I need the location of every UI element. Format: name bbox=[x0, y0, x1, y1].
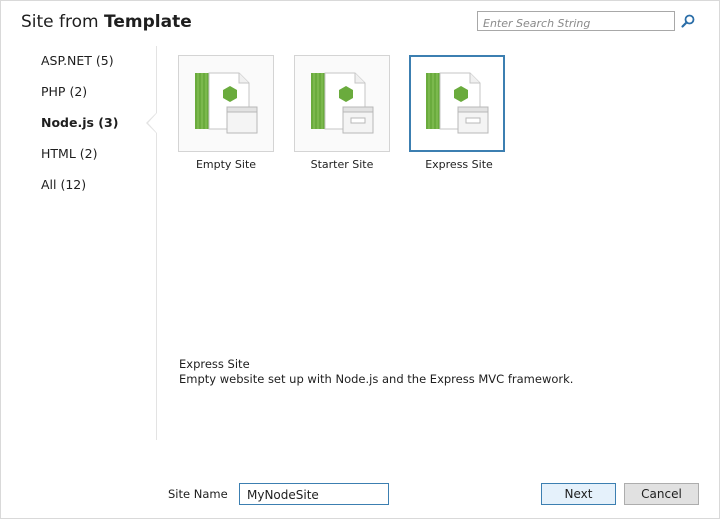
sidebar-divider bbox=[156, 46, 157, 440]
node-template-icon bbox=[195, 72, 258, 133]
template-tile-empty-site[interactable] bbox=[178, 55, 274, 152]
template-label-express-site: Express Site bbox=[425, 158, 493, 171]
sidebar-item-all[interactable]: All (12) bbox=[41, 177, 86, 192]
template-tile-starter-site[interactable] bbox=[294, 55, 390, 152]
search-input[interactable] bbox=[478, 14, 674, 33]
dialog-title-bold: Template bbox=[104, 12, 192, 32]
dialog-title: Site from Template bbox=[21, 12, 192, 32]
sidebar-item-php[interactable]: PHP (2) bbox=[41, 84, 87, 99]
next-button[interactable]: Next bbox=[541, 483, 616, 505]
template-label-empty-site: Empty Site bbox=[195, 158, 257, 171]
sidebar-item-html[interactable]: HTML (2) bbox=[41, 146, 97, 161]
node-template-icon bbox=[311, 72, 374, 133]
template-tile-express-site[interactable] bbox=[409, 55, 505, 152]
search-icon[interactable] bbox=[680, 13, 696, 29]
sidebar-item-aspnet[interactable]: ASP.NET (5) bbox=[41, 53, 114, 68]
selection-notch-inner bbox=[148, 113, 157, 133]
sidebar-item-nodejs[interactable]: Node.js (3) bbox=[41, 115, 118, 130]
node-template-icon bbox=[426, 72, 489, 133]
search-box[interactable] bbox=[477, 11, 675, 33]
dialog-title-prefix: Site from bbox=[21, 12, 99, 32]
template-label-starter-site: Starter Site bbox=[310, 158, 374, 171]
cancel-button[interactable]: Cancel bbox=[624, 483, 699, 505]
site-name-field[interactable] bbox=[239, 483, 389, 505]
site-name-input[interactable] bbox=[240, 485, 388, 505]
site-name-label: Site Name bbox=[168, 487, 228, 501]
category-sidebar bbox=[0, 46, 157, 440]
description-title: Express Site bbox=[179, 357, 250, 371]
description-text: Empty website set up with Node.js and th… bbox=[179, 372, 574, 386]
